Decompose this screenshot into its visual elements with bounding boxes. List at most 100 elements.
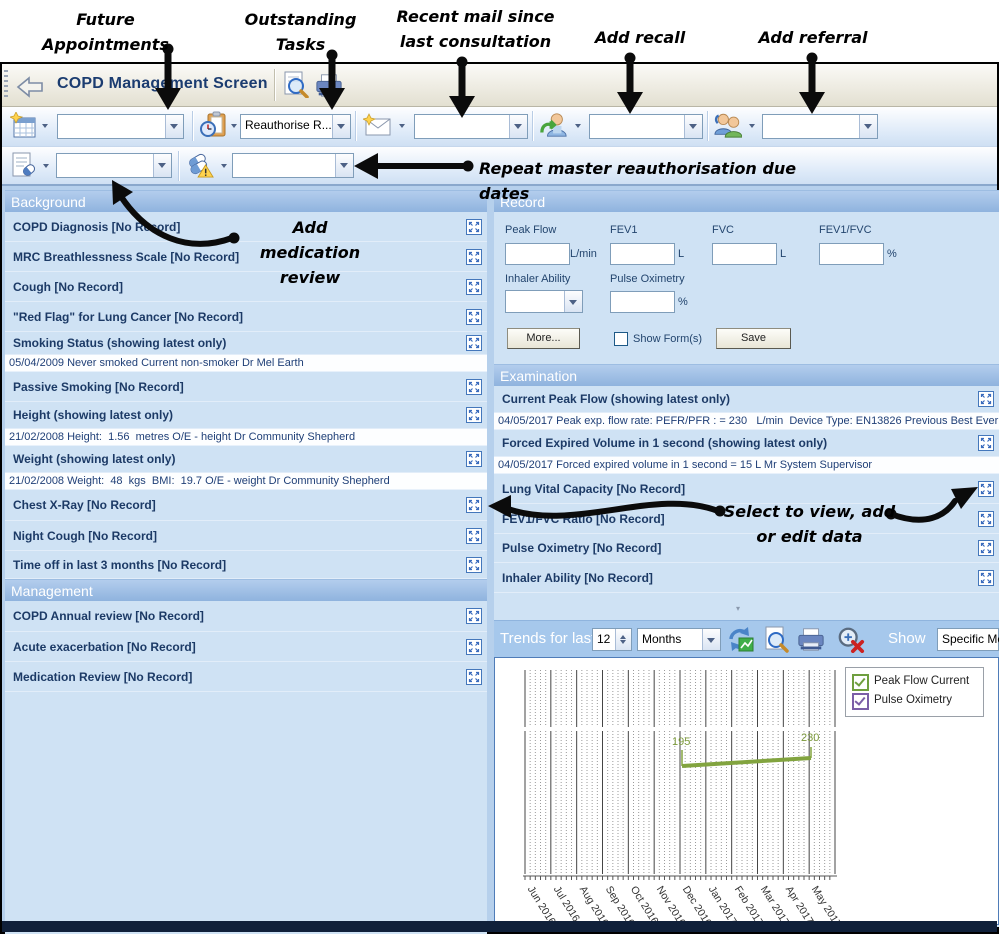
medication-review-combo[interactable] [56,153,172,178]
list-item-inhaler-ability[interactable]: Inhaler Ability [No Record] [494,563,999,593]
reauthorisation-warning-icon[interactable] [186,150,214,178]
expand-icon[interactable] [466,497,482,513]
medication-menu-caret[interactable] [43,164,49,171]
trends-period-spinner[interactable]: 12 [592,628,632,651]
list-item-acute-exacerbation[interactable]: Acute exacerbation [No Record] [5,632,487,662]
trends-chart[interactable]: Jun 2016Jul 2016Aug 2016Sep 2016Oct 2016… [494,657,999,925]
reauthorise-combo[interactable]: Reauthorise R... [240,114,351,139]
expand-icon[interactable] [466,379,482,395]
dropdown-button[interactable] [702,629,720,650]
recall-menu-caret[interactable] [575,124,581,131]
expand-icon[interactable] [466,451,482,467]
dropdown-button[interactable] [165,115,183,138]
fev1-input[interactable] [610,243,675,265]
inhaler-ability-combo[interactable] [505,290,583,313]
list-item-red-flag[interactable]: "Red Flag" for Lung Cancer [No Record] [5,302,487,332]
clear-zoom-icon[interactable] [837,625,865,653]
mail-menu-caret[interactable] [399,124,405,131]
list-item-medication-review[interactable]: Medication Review [No Record] [5,662,487,692]
list-item-fev1[interactable]: Forced Expired Volume in 1 second (showi… [494,430,999,457]
trends-unit-combo[interactable]: Months [637,628,721,651]
tasks-icon[interactable] [200,111,228,139]
expand-icon[interactable] [466,528,482,544]
expand-icon[interactable] [466,557,482,573]
expand-icon[interactable] [466,279,482,295]
list-item-annual-review[interactable]: COPD Annual review [No Record] [5,601,487,632]
expand-icon[interactable] [978,435,994,451]
dropdown-button[interactable] [509,115,527,138]
appointment-menu-caret[interactable] [42,124,48,131]
new-appointment-icon[interactable] [10,112,38,140]
reauth-due-combo[interactable] [232,153,354,178]
print-preview-icon[interactable] [281,70,309,98]
page-title: COPD Management Screen [57,75,268,93]
expand-icon[interactable] [978,540,994,556]
medication-review-icon[interactable] [10,151,38,179]
record-fev1[interactable]: 04/05/2017 Forced expired volume in 1 se… [494,457,999,474]
dropdown-button[interactable] [684,115,702,138]
preview-chart-icon[interactable] [762,625,790,653]
list-item-night-cough[interactable]: Night Cough [No Record] [5,521,487,551]
expand-icon[interactable] [466,309,482,325]
expand-icon[interactable] [466,219,482,235]
expand-icon[interactable] [466,407,482,423]
expand-icon[interactable] [466,249,482,265]
dropdown-button[interactable] [564,291,582,312]
new-mail-icon[interactable] [363,112,391,140]
list-item-height[interactable]: Height (showing latest only) [5,402,487,429]
splitter[interactable]: ▾ [494,593,999,620]
dropdown-button[interactable] [153,154,171,177]
expand-icon[interactable] [466,608,482,624]
print-chart-icon[interactable] [797,626,825,654]
tasks-menu-caret[interactable] [231,124,237,131]
expand-icon[interactable] [978,570,994,586]
more-button[interactable]: More... [507,328,580,349]
expand-icon[interactable] [978,511,994,527]
fvc-input[interactable] [712,243,777,265]
legend-item-peak-flow[interactable]: Peak Flow Current [852,673,977,692]
legend-checkbox-pulse-oximetry[interactable] [852,693,869,710]
record-smoking-status[interactable]: 05/04/2009 Never smoked Current non-smok… [5,355,487,372]
list-item-current-peak-flow[interactable]: Current Peak Flow (showing latest only) [494,386,999,413]
mail-combo[interactable] [414,114,528,139]
list-item-passive-smoking[interactable]: Passive Smoking [No Record] [5,372,487,402]
referral-menu-caret[interactable] [749,124,755,131]
annotation-add-referral: Add referral [748,26,878,51]
legend-checkbox-peak-flow[interactable] [852,674,869,691]
expand-icon[interactable] [978,481,994,497]
toolbar-grip[interactable] [4,70,8,100]
spinner-buttons[interactable] [615,629,631,650]
left-panel: Background COPD Diagnosis [No Record] MR… [5,190,487,922]
expand-icon[interactable] [466,639,482,655]
splitter-caret-icon[interactable]: ▾ [736,604,740,613]
referral-combo[interactable] [762,114,878,139]
list-item-smoking-status[interactable]: Smoking Status (showing latest only) [5,332,487,355]
dropdown-button[interactable] [335,154,353,177]
back-icon[interactable] [16,73,44,101]
dropdown-button[interactable] [859,115,877,138]
pulse-oximetry-input[interactable] [610,291,675,313]
appointments-combo[interactable] [57,114,184,139]
expand-icon[interactable] [466,335,482,351]
expand-icon[interactable] [978,391,994,407]
legend-item-pulse-oximetry[interactable]: Pulse Oximetry [852,692,977,711]
peak-flow-input[interactable] [505,243,570,265]
recall-combo[interactable] [589,114,703,139]
refresh-chart-icon[interactable] [726,625,754,653]
expand-icon[interactable] [466,669,482,685]
list-item-chest-xray[interactable]: Chest X-Ray [No Record] [5,490,487,521]
record-height[interactable]: 21/02/2008 Height: 1.56 metres O/E - hei… [5,429,487,446]
show-filter-combo[interactable]: Specific Med [937,628,999,651]
add-referral-icon[interactable] [714,111,742,139]
fev1-fvc-input[interactable] [819,243,884,265]
print-icon[interactable] [315,72,343,100]
dropdown-button[interactable] [332,115,350,138]
record-current-peak-flow[interactable]: 04/05/2017 Peak exp. flow rate: PEFR/PFR… [494,413,999,430]
reauth-menu-caret[interactable] [221,164,227,171]
show-forms-checkbox[interactable] [614,332,628,346]
record-weight[interactable]: 21/02/2008 Weight: 48 kgs BMI: 19.7 O/E … [5,473,487,490]
list-item-weight[interactable]: Weight (showing latest only) [5,446,487,473]
add-recall-icon[interactable] [540,111,568,139]
list-item-time-off[interactable]: Time off in last 3 months [No Record] [5,551,487,579]
save-button[interactable]: Save [716,328,791,349]
